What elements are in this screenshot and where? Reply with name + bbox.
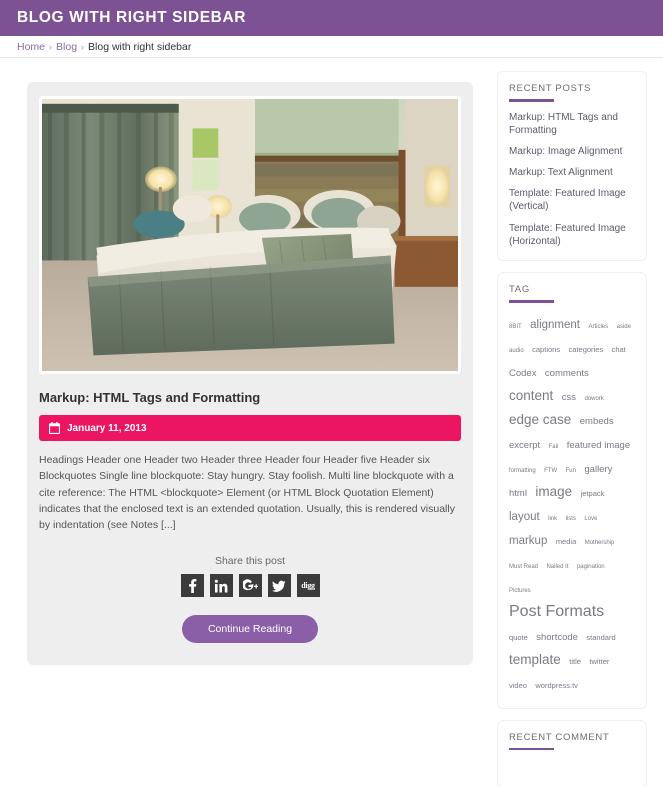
tag-link[interactable]: Pictures bbox=[509, 588, 531, 594]
list-item[interactable]: Markup: HTML Tags and Formatting bbox=[509, 111, 635, 137]
page-body: Markup: HTML Tags and Formatting January… bbox=[0, 58, 663, 636]
tag-link[interactable]: html bbox=[509, 488, 527, 499]
tag-link[interactable]: Post Formats bbox=[509, 603, 604, 620]
breadcrumb-blog-link[interactable]: Blog bbox=[56, 41, 77, 53]
post-featured-image[interactable] bbox=[39, 96, 461, 374]
post-date-bar: January 11, 2013 bbox=[39, 415, 461, 441]
widget-title-underline bbox=[509, 748, 554, 751]
tag-link[interactable]: link bbox=[548, 516, 557, 522]
facebook-icon bbox=[185, 579, 199, 593]
breadcrumb-current: Blog with right sidebar bbox=[88, 41, 191, 53]
post-card: Markup: HTML Tags and Formatting January… bbox=[27, 82, 473, 665]
tag-link[interactable]: template bbox=[509, 652, 561, 667]
tag-link[interactable]: image bbox=[535, 484, 572, 499]
googleplus-icon bbox=[243, 579, 258, 593]
breadcrumb: Home › Blog › Blog with right sidebar bbox=[0, 36, 663, 58]
tag-link[interactable]: embeds bbox=[580, 416, 614, 427]
tag-link[interactable]: excerpt bbox=[509, 440, 540, 451]
digg-icon: digg bbox=[301, 581, 314, 590]
page-title: Blog with right sidebar bbox=[17, 9, 246, 27]
widget-recent-comment-title: Recent Comment bbox=[509, 732, 635, 743]
tag-link[interactable]: gallery bbox=[584, 464, 612, 475]
widget-tag-cloud: Tag 8BIT alignment Articles aside audio … bbox=[498, 273, 646, 708]
tag-link[interactable]: wordpress.tv bbox=[535, 681, 578, 690]
tag-link[interactable]: edge case bbox=[509, 412, 571, 427]
tag-link[interactable]: audio bbox=[509, 348, 524, 354]
continue-reading-wrap: Continue Reading bbox=[39, 615, 461, 643]
share-linkedin-button[interactable] bbox=[210, 574, 233, 597]
calendar-icon bbox=[49, 422, 60, 434]
tag-link[interactable]: Love bbox=[584, 516, 597, 522]
list-item[interactable]: Template: Featured Image (Horizontal) bbox=[509, 222, 635, 248]
tag-link[interactable]: comments bbox=[545, 368, 589, 379]
tag-link[interactable]: formatting bbox=[509, 468, 536, 474]
tag-link[interactable]: 8BIT bbox=[509, 324, 522, 330]
tag-link[interactable]: Articles bbox=[588, 324, 608, 330]
list-item[interactable]: Markup: Image Alignment bbox=[509, 145, 635, 158]
breadcrumb-separator-icon: › bbox=[81, 42, 84, 52]
share-googleplus-button[interactable] bbox=[239, 574, 262, 597]
tag-link[interactable]: quote bbox=[509, 633, 528, 642]
tag-link[interactable]: video bbox=[509, 681, 527, 690]
tag-link[interactable]: Must Read bbox=[509, 564, 538, 570]
tag-link[interactable]: pagination bbox=[577, 564, 605, 570]
tag-link[interactable]: jetpack bbox=[581, 489, 605, 498]
post-title[interactable]: Markup: HTML Tags and Formatting bbox=[39, 390, 461, 405]
post-date: January 11, 2013 bbox=[67, 423, 147, 434]
widget-recent-comment: Recent Comment bbox=[498, 721, 646, 787]
tag-link[interactable]: layout bbox=[509, 511, 540, 523]
share-twitter-button[interactable] bbox=[268, 574, 291, 597]
recent-comment-list bbox=[509, 759, 635, 775]
twitter-icon bbox=[272, 579, 286, 593]
tag-link[interactable]: css bbox=[562, 392, 576, 403]
tag-link[interactable]: captions bbox=[532, 345, 560, 354]
tag-link[interactable]: Codex bbox=[509, 368, 536, 379]
tag-link[interactable]: aside bbox=[617, 324, 631, 330]
list-item[interactable]: Template: Featured Image (Vertical) bbox=[509, 187, 635, 213]
tag-link[interactable]: lists bbox=[566, 516, 576, 522]
widget-recent-posts: Recent Posts Markup: HTML Tags and Forma… bbox=[498, 72, 646, 260]
tag-link[interactable]: dowork bbox=[584, 396, 603, 402]
tag-link[interactable]: content bbox=[509, 388, 553, 403]
tag-link[interactable]: shortcode bbox=[536, 632, 578, 643]
share-buttons: digg bbox=[39, 574, 461, 597]
post-excerpt: Headings Header one Header two Header th… bbox=[39, 452, 461, 533]
breadcrumb-separator-icon: › bbox=[49, 42, 52, 52]
tag-link[interactable]: featured image bbox=[567, 440, 630, 451]
widget-title-underline bbox=[509, 300, 554, 303]
tag-link[interactable]: chat bbox=[612, 345, 626, 354]
tag-link[interactable]: media bbox=[556, 537, 576, 546]
share-facebook-button[interactable] bbox=[181, 574, 204, 597]
breadcrumb-home-link[interactable]: Home bbox=[17, 41, 45, 53]
list-item[interactable]: Markup: Text Alignment bbox=[509, 166, 635, 179]
recent-posts-list: Markup: HTML Tags and Formatting Markup:… bbox=[509, 111, 635, 249]
tag-link[interactable]: alignment bbox=[530, 319, 580, 331]
tag-link[interactable]: standard bbox=[586, 633, 615, 642]
share-label: Share this post bbox=[39, 555, 461, 567]
tag-link[interactable]: twitter bbox=[589, 657, 609, 666]
continue-reading-button[interactable]: Continue Reading bbox=[182, 615, 318, 643]
tag-link[interactable]: FTW bbox=[544, 468, 557, 474]
tag-cloud: 8BIT alignment Articles aside audio capt… bbox=[509, 312, 635, 696]
tag-link[interactable]: markup bbox=[509, 535, 547, 547]
page-header: Blog with right sidebar bbox=[0, 0, 663, 36]
tag-link[interactable]: Fail bbox=[549, 444, 559, 450]
linkedin-icon bbox=[214, 579, 228, 593]
tag-link[interactable]: title bbox=[569, 657, 581, 666]
tag-link[interactable]: Fun bbox=[566, 468, 576, 474]
share-digg-button[interactable]: digg bbox=[297, 574, 320, 597]
sidebar: Recent Posts Markup: HTML Tags and Forma… bbox=[498, 72, 646, 787]
tag-link[interactable]: categories bbox=[569, 345, 604, 354]
main-content-column: Markup: HTML Tags and Formatting January… bbox=[17, 72, 483, 675]
tag-link[interactable]: Mothership bbox=[585, 540, 615, 546]
widget-tag-title: Tag bbox=[509, 284, 635, 295]
tag-link[interactable]: Nailed It bbox=[546, 564, 568, 570]
widget-recent-posts-title: Recent Posts bbox=[509, 83, 635, 94]
widget-title-underline bbox=[509, 99, 554, 102]
